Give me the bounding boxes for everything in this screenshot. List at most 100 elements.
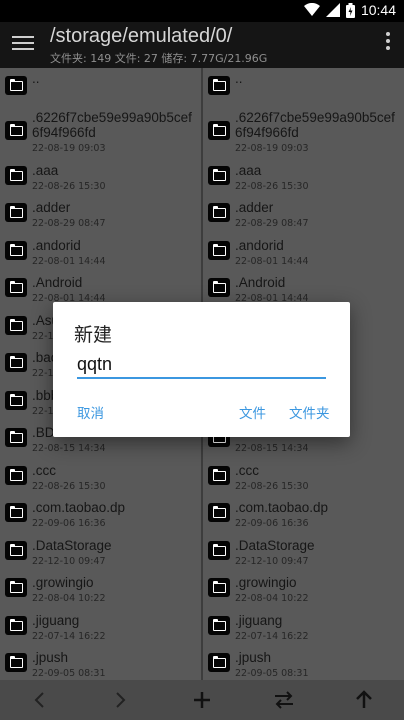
item-date: 22-08-15 14:34	[32, 443, 106, 454]
item-name: .aaa	[32, 162, 59, 178]
storage-info: 文件夹: 149 文件: 27 储存: 7.77G/21.96G	[50, 52, 268, 65]
item-name: .adder	[235, 200, 274, 215]
folder-icon	[208, 615, 230, 635]
item-date: 22-08-04 10:22	[235, 593, 309, 604]
item-name: .DataStorage	[32, 537, 112, 553]
item-name: .andorid	[32, 237, 81, 253]
list-item[interactable]: .growingio 22-08-04 10:22	[203, 570, 404, 608]
list-item[interactable]: .6226f7cbe59e99a90b5cef6f94f966fd 22-08-1…	[203, 106, 404, 158]
item-name: .growingio	[235, 575, 297, 590]
current-path: /storage/emulated/0/	[50, 25, 233, 47]
folder-icon	[5, 428, 27, 447]
list-item[interactable]: .com.taobao.dp 22-09-06 16:36	[203, 495, 404, 533]
bottom-toolbar	[0, 680, 404, 720]
folder-icon	[5, 315, 27, 335]
item-date: 22-08-01 14:44	[32, 255, 106, 267]
item-name: ..	[32, 71, 40, 86]
folder-icon	[5, 353, 27, 372]
folder-icon	[5, 465, 27, 485]
clock: 10:44	[360, 2, 396, 18]
item-date: 22-07-14 16:22	[32, 630, 106, 642]
folder-icon	[5, 165, 27, 185]
item-date: 22-08-19 09:03	[32, 142, 106, 154]
item-date: 22-09-06 16:36	[32, 518, 106, 529]
folder-icon	[5, 503, 27, 522]
menu-icon[interactable]	[12, 32, 34, 54]
list-item[interactable]: .aaa 22-08-26 15:30	[203, 158, 404, 196]
new-item-dialog: 新建 取消 文件 文件夹	[53, 302, 350, 437]
chevron-left-icon[interactable]	[26, 686, 54, 714]
name-input[interactable]	[77, 352, 326, 379]
folder-icon	[208, 503, 230, 522]
folder-icon	[5, 120, 27, 140]
item-date: 22-08-19 09:03	[235, 142, 309, 154]
item-name: .jiguang	[235, 612, 283, 628]
arrow-up-icon[interactable]	[350, 686, 378, 714]
list-item[interactable]: .andorid 22-08-01 14:44	[203, 233, 404, 271]
list-item[interactable]: .jpush 22-09-05 08:31	[0, 645, 201, 680]
item-date: 22-09-05 08:31	[32, 668, 106, 679]
item-date: 22-08-29 08:47	[235, 218, 309, 229]
top-toolbar: /storage/emulated/0/ 文件夹: 149 文件: 27 储存:…	[0, 22, 404, 68]
item-date: 22-12-10 09:47	[32, 555, 106, 567]
list-item[interactable]: .6226f7cbe59e99a90b5cef6f94f966fd 22-08-1…	[0, 106, 201, 158]
item-name: .ccc	[32, 462, 57, 478]
item-date: 22-08-26 15:30	[32, 480, 106, 492]
item-date: 22-07-14 16:22	[235, 630, 309, 642]
item-date: 22-12-10 09:47	[235, 555, 309, 567]
item-date: 22-09-06 16:36	[235, 518, 309, 529]
folder-icon	[208, 165, 230, 185]
folder-icon	[208, 578, 230, 597]
item-name: .com.taobao.dp	[32, 500, 126, 515]
item-name: .growingio	[32, 575, 94, 590]
create-file-button[interactable]: 文件	[239, 402, 266, 422]
item-name: .jpush	[235, 650, 272, 665]
list-item[interactable]: .growingio 22-08-04 10:22	[0, 570, 201, 608]
status-bar: 10:44	[0, 0, 404, 22]
list-item[interactable]: .adder 22-08-29 08:47	[0, 195, 201, 233]
plus-icon[interactable]	[188, 686, 216, 714]
cancel-button[interactable]: 取消	[77, 402, 104, 422]
signal-icon	[325, 3, 340, 17]
chevron-right-icon[interactable]	[106, 686, 134, 714]
list-item[interactable]: .adder 22-08-29 08:47	[203, 195, 404, 233]
create-folder-button[interactable]: 文件夹	[289, 402, 330, 422]
item-name: .6226f7cbe59e99a90b5cef6f94f966fd	[32, 109, 192, 140]
item-date: 22-08-04 10:22	[32, 593, 106, 604]
item-name: ..	[235, 71, 243, 86]
list-item[interactable]: .andorid 22-08-01 14:44	[0, 233, 201, 271]
item-date: 22-08-26 15:30	[32, 180, 106, 192]
wifi-icon	[303, 3, 320, 16]
folder-icon	[5, 278, 27, 297]
list-item[interactable]: .DataStorage 22-12-10 09:47	[203, 533, 404, 571]
list-item[interactable]: .com.taobao.dp 22-09-06 16:36	[0, 495, 201, 533]
more-options-icon[interactable]	[386, 32, 390, 50]
item-date: 22-08-26 15:30	[235, 480, 309, 492]
item-name: .Android	[235, 275, 286, 290]
item-name: .aaa	[235, 162, 262, 178]
folder-icon	[5, 240, 27, 260]
battery-icon	[345, 2, 355, 18]
item-name: .jpush	[32, 650, 69, 665]
item-date: 22-08-15 14:34	[235, 443, 309, 454]
list-item[interactable]: .ccc 22-08-26 15:30	[203, 458, 404, 496]
list-item[interactable]: .DataStorage 22-12-10 09:47	[0, 533, 201, 571]
folder-icon	[208, 203, 230, 222]
item-date: 22-08-29 08:47	[32, 218, 106, 229]
folder-icon	[208, 76, 230, 95]
item-name: .jiguang	[32, 612, 80, 628]
item-name: .ccc	[235, 462, 260, 478]
list-item[interactable]: .ccc 22-08-26 15:30	[0, 458, 201, 496]
item-date: 22-09-05 08:31	[235, 668, 309, 679]
swap-icon[interactable]	[270, 686, 298, 714]
parent-folder-row[interactable]: ..	[0, 68, 201, 106]
parent-folder-row[interactable]: ..	[203, 68, 404, 106]
item-name: .BD	[32, 425, 55, 440]
list-item[interactable]: .jiguang 22-07-14 16:22	[0, 608, 201, 646]
list-item[interactable]: .aaa 22-08-26 15:30	[0, 158, 201, 196]
folder-icon	[208, 465, 230, 485]
list-item[interactable]: .jiguang 22-07-14 16:22	[203, 608, 404, 646]
item-name: .DataStorage	[235, 537, 315, 553]
folder-icon	[208, 540, 230, 560]
list-item[interactable]: .jpush 22-09-05 08:31	[203, 645, 404, 680]
